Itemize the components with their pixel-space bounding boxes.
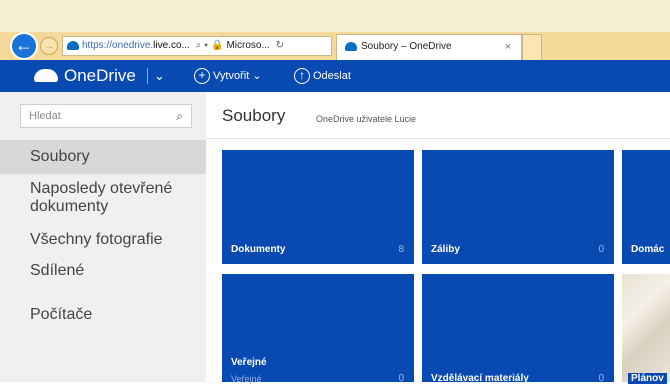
upload-button[interactable]: ↑ Odeslat <box>294 60 351 92</box>
create-button[interactable]: + Vytvořit ⌄ <box>194 60 262 92</box>
security-label[interactable]: 🔒 Microso... <box>211 40 270 51</box>
folder-tile[interactable]: Domác <box>622 150 670 264</box>
tab-title: Soubory – OneDrive <box>361 41 452 52</box>
search-input[interactable]: Hledat ⌕ <box>20 104 192 128</box>
sidebar: Hledat ⌕ Soubory Naposledy otevřené doku… <box>0 92 206 382</box>
search-placeholder: Hledat <box>29 110 61 122</box>
page-subtitle: OneDrive uživatele Lucie <box>316 114 417 124</box>
tile-count: 0 <box>598 373 604 384</box>
cloud-icon <box>34 69 58 82</box>
sidebar-item-shared[interactable]: Sdílené <box>0 262 206 280</box>
tile-count: 8 <box>398 244 404 255</box>
url-prefix: https://onedrive. <box>82 40 154 51</box>
main-content: Soubory OneDrive uživatele Lucie Dokumen… <box>206 92 670 384</box>
tile-count: 0 <box>598 244 604 255</box>
plus-icon: + <box>194 68 210 85</box>
sidebar-item-recent[interactable]: Naposledy otevřené dokumenty <box>0 180 206 216</box>
onedrive-logo[interactable]: OneDrive <box>34 60 136 92</box>
header-divider <box>147 68 148 84</box>
brand-name: OneDrive <box>64 66 136 85</box>
upload-icon: ↑ <box>294 68 310 85</box>
folder-tile[interactable]: Veřejné Veřejné 0 <box>222 274 414 384</box>
app-switcher-chevron-icon[interactable]: ⌄ <box>154 60 165 92</box>
upload-label: Odeslat <box>313 70 351 82</box>
onedrive-favicon-icon <box>67 40 79 50</box>
back-button[interactable]: ← <box>10 32 38 60</box>
arrow-left-icon: ← <box>15 35 33 55</box>
create-label: Vytvořit ⌄ <box>213 70 262 82</box>
sidebar-item-photos[interactable]: Všechny fotografie <box>0 231 206 249</box>
forward-button[interactable]: → <box>40 37 58 55</box>
tile-label: Vzdělávací materiály <box>431 373 529 384</box>
browser-titlebar <box>0 0 670 32</box>
page-title: Soubory <box>222 106 286 125</box>
folder-tile[interactable]: Záliby 0 <box>422 150 614 264</box>
new-tab-button[interactable] <box>522 34 542 60</box>
tile-label: Plánov <box>628 373 667 384</box>
app-header: OneDrive ⌄ + Vytvořit ⌄ ↑ Odeslat <box>0 60 670 92</box>
photo-folder-tile[interactable]: Plánov <box>622 274 670 384</box>
folder-tile[interactable]: Vzdělávací materiály 0 <box>422 274 614 384</box>
tile-label: Veřejné <box>231 357 267 368</box>
sidebar-item-pcs[interactable]: Počítače <box>0 306 206 324</box>
tab-close-icon[interactable]: × <box>505 35 511 59</box>
address-bar[interactable]: https://onedrive.live.co... ⌕ ▾ 🔒 Microso… <box>62 36 332 56</box>
search-dropdown-icon[interactable]: ⌕ ▾ <box>196 40 209 51</box>
sidebar-item-files[interactable]: Soubory <box>0 140 206 174</box>
tile-label: Domác <box>631 244 665 255</box>
arrow-right-icon: → <box>43 40 55 52</box>
browser-tab[interactable]: Soubory – OneDrive × <box>336 34 522 60</box>
tile-label: Záliby <box>431 244 460 255</box>
url-domain: live.co... <box>153 40 190 51</box>
search-icon[interactable]: ⌕ <box>176 105 183 127</box>
tile-label: Dokumenty <box>231 244 286 255</box>
refresh-icon[interactable]: ↻ <box>276 40 284 51</box>
onedrive-favicon-icon <box>345 41 357 51</box>
folder-tile[interactable]: Dokumenty 8 <box>222 150 414 264</box>
divider <box>206 138 670 139</box>
tile-sublabel: Veřejné <box>231 374 262 384</box>
tile-count: 0 <box>398 373 404 384</box>
